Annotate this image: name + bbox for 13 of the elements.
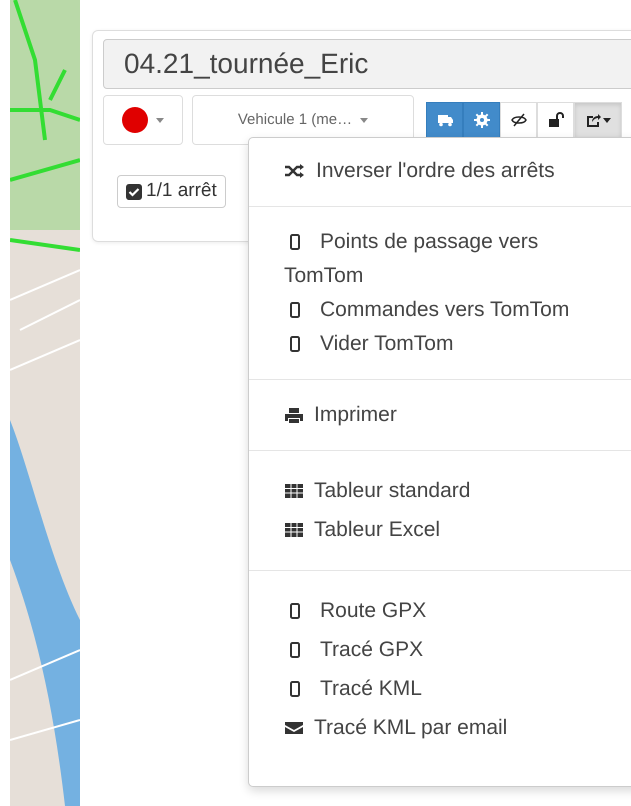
menu-item[interactable]: Inverser l'ordre des arrêts <box>249 154 631 188</box>
menu-item[interactable]: Tracé GPX <box>249 633 631 667</box>
stops-toggle-button[interactable]: 1/1 arrêt <box>117 175 226 208</box>
menu-item[interactable]: Imprimer <box>249 398 631 432</box>
menu-item[interactable]: Route GPX <box>249 594 631 628</box>
menu-item[interactable]: Points de passage vers TomTom <box>249 225 631 293</box>
menu-item[interactable]: Tracé KML par email <box>249 711 631 745</box>
menu-item[interactable]: Tableur Excel <box>249 513 631 547</box>
menu-item[interactable]: Tableur standard <box>249 474 631 508</box>
menu-item[interactable]: Vider TomTom <box>249 327 631 361</box>
menu-item[interactable]: Tracé KML <box>249 672 631 706</box>
route-name-field[interactable]: 04.21_tournée_Eric <box>103 39 631 89</box>
menu-item[interactable]: Commandes vers TomTom <box>249 293 631 327</box>
